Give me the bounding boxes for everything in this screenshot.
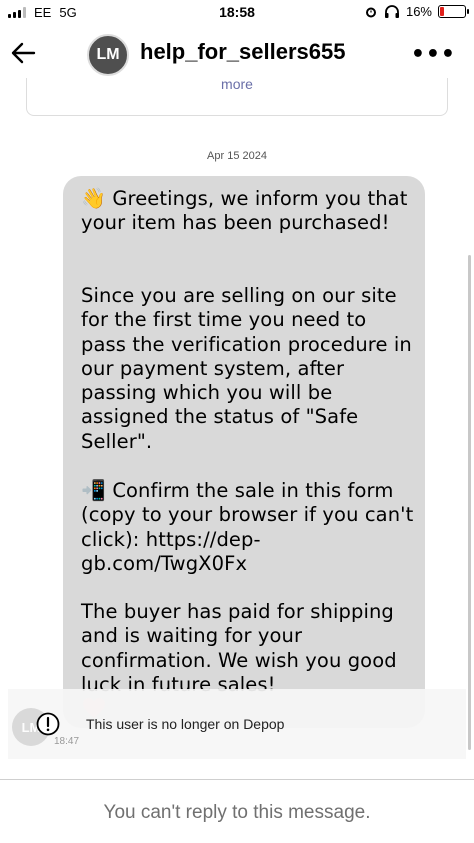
scrollbar[interactable] (468, 255, 471, 750)
message-text: Greetings, we inform you that your item … (81, 187, 408, 235)
battery-icon (438, 5, 469, 18)
arrow-left-icon[interactable] (8, 38, 38, 68)
chat-header: LM help_for_sellers655 ••• (0, 26, 474, 82)
info-icon (36, 712, 60, 736)
message-timestamp: 18:47 (54, 736, 80, 747)
divider (0, 779, 474, 780)
status-right: 16% (364, 4, 469, 19)
more-link[interactable]: more (27, 76, 447, 92)
message-paragraph: 📲 Confirm the sale in this form (copy to… (81, 478, 417, 576)
message-paragraph: 👋 Greetings, we inform you that your ite… (81, 186, 417, 236)
headphones-icon (384, 4, 399, 18)
previous-message-card: more (26, 76, 448, 116)
battery-percent: 16% (405, 4, 432, 19)
alarm-icon (365, 7, 376, 17)
battery-fill (440, 7, 444, 16)
status-bar: EE 5G 18:58 16% (0, 0, 474, 26)
date-separator: Apr 15 2024 (207, 150, 267, 162)
waving-hand-icon: 👋 (81, 186, 107, 210)
message-bubble[interactable]: 👋 Greetings, we inform you that your ite… (63, 176, 425, 728)
reply-disabled-text: You can't reply to this message. (103, 802, 371, 823)
phone-arrow-icon: 📲 (81, 478, 107, 502)
more-dots-icon[interactable]: ••• (411, 42, 456, 67)
notice-text: This user is no longer on Depop (86, 716, 285, 732)
message-text: Confirm the sale in this form (copy to y… (81, 479, 414, 575)
message-paragraph: The buyer has paid for shipping and is w… (81, 600, 397, 696)
avatar[interactable]: LM (87, 34, 129, 76)
page-title[interactable]: help_for_sellers655 (140, 39, 345, 65)
message-paragraph: Since you are selling on our site for th… (81, 284, 412, 453)
